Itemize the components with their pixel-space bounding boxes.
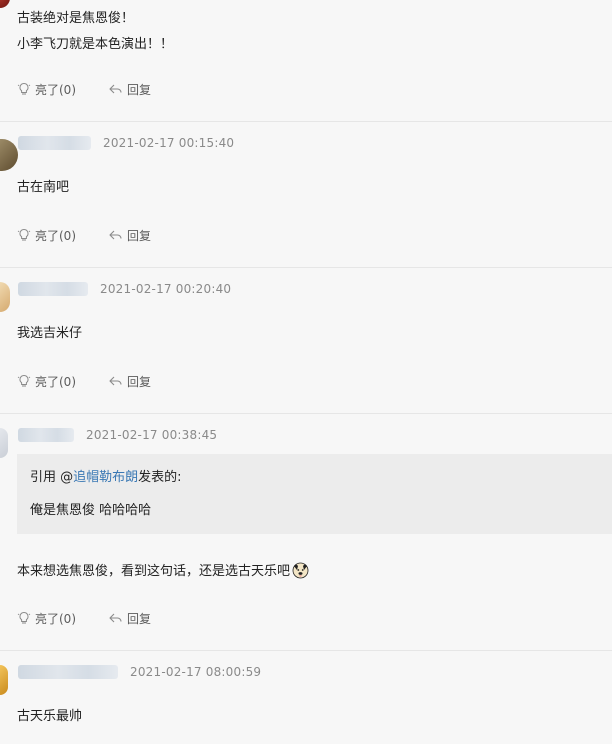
username[interactable] [18, 665, 118, 679]
comment-actions: 亮了(0) 回复 [17, 226, 151, 244]
comment-item: 古装绝对是焦恩俊！ 小李飞刀就是本色演出！！ 亮了(0) 回复 [0, 0, 612, 122]
comment-text-line-1: 古装绝对是焦恩俊！ [17, 11, 135, 26]
reply-arrow-icon [109, 230, 122, 240]
timestamp: 2021-02-17 00:20:40 [100, 282, 232, 296]
reply-label: 回复 [127, 82, 152, 97]
reply-arrow-icon [109, 376, 122, 386]
doge-emoji-icon [292, 562, 309, 585]
comment-item: 2021-02-17 00:38:45 引用 @追帽勒布朗发表的: 俺是焦恩俊 … [0, 414, 612, 651]
quote-suffix: 发表的: [138, 470, 182, 485]
avatar[interactable] [0, 0, 10, 8]
username[interactable] [18, 428, 74, 442]
like-label: 亮了(0) [35, 82, 76, 97]
quote-prefix: 引用 @ [30, 470, 74, 485]
reply-label: 回复 [127, 374, 152, 389]
quote-header: 引用 @追帽勒布朗发表的: [30, 466, 182, 485]
avatar[interactable] [0, 665, 8, 695]
comment-meta: 2021-02-17 00:38:45 [18, 425, 217, 445]
comment-text-line: 本来想选焦恩俊，看到这句话，还是选古天乐吧 [17, 562, 309, 585]
timestamp: 2021-02-17 00:15:40 [103, 136, 235, 150]
like-label: 亮了(0) [35, 374, 76, 389]
timestamp: 2021-02-17 08:00:59 [130, 665, 262, 679]
comment-item: 2021-02-17 08:00:59 古天乐最帅 [0, 651, 612, 744]
reply-button[interactable]: 回复 [108, 227, 151, 244]
reply-button[interactable]: 回复 [108, 373, 151, 390]
lightbulb-icon [17, 228, 31, 241]
comment-meta: 2021-02-17 00:20:40 [18, 279, 231, 299]
like-button[interactable]: 亮了(0) [17, 373, 76, 390]
quote-username-link[interactable]: 追帽勒布朗 [73, 470, 138, 485]
reply-label: 回复 [127, 611, 152, 626]
like-label: 亮了(0) [35, 611, 76, 626]
comment-meta: 2021-02-17 00:15:40 [18, 133, 234, 153]
comment-actions: 亮了(0) 回复 [17, 372, 151, 390]
username[interactable] [18, 136, 91, 150]
avatar[interactable] [0, 282, 10, 312]
username[interactable] [18, 282, 88, 296]
like-button[interactable]: 亮了(0) [17, 610, 76, 627]
avatar[interactable] [0, 428, 8, 458]
comment-text: 古在南吧 [17, 180, 70, 195]
comment-text-line-2: 小李飞刀就是本色演出！！ [17, 37, 174, 52]
comment-meta: 2021-02-17 08:00:59 [18, 662, 261, 682]
like-button[interactable]: 亮了(0) [17, 81, 76, 98]
like-label: 亮了(0) [35, 228, 76, 243]
reply-arrow-icon [109, 613, 122, 623]
lightbulb-icon [17, 82, 31, 95]
reply-label: 回复 [127, 228, 152, 243]
reply-arrow-icon [109, 84, 122, 94]
like-button[interactable]: 亮了(0) [17, 227, 76, 244]
timestamp: 2021-02-17 00:38:45 [86, 428, 218, 442]
comment-text: 我选吉米仔 [17, 326, 83, 341]
lightbulb-icon [17, 611, 31, 624]
comment-item: 2021-02-17 00:20:40 我选吉米仔 亮了(0) 回复 [0, 268, 612, 414]
reply-button[interactable]: 回复 [108, 610, 151, 627]
comment-text: 古天乐最帅 [17, 709, 83, 724]
reply-button[interactable]: 回复 [108, 81, 151, 98]
comment-item: 2021-02-17 00:15:40 古在南吧 亮了(0) 回复 [0, 122, 612, 268]
avatar[interactable] [0, 139, 18, 171]
quote-text: 俺是焦恩俊 哈哈哈哈 [30, 503, 152, 518]
comment-actions: 亮了(0) 回复 [17, 609, 151, 627]
comment-actions: 亮了(0) 回复 [17, 80, 151, 98]
quote-box: 引用 @追帽勒布朗发表的: 俺是焦恩俊 哈哈哈哈 [17, 454, 612, 534]
lightbulb-icon [17, 374, 31, 387]
comment-text: 本来想选焦恩俊，看到这句话，还是选古天乐吧 [17, 564, 291, 579]
